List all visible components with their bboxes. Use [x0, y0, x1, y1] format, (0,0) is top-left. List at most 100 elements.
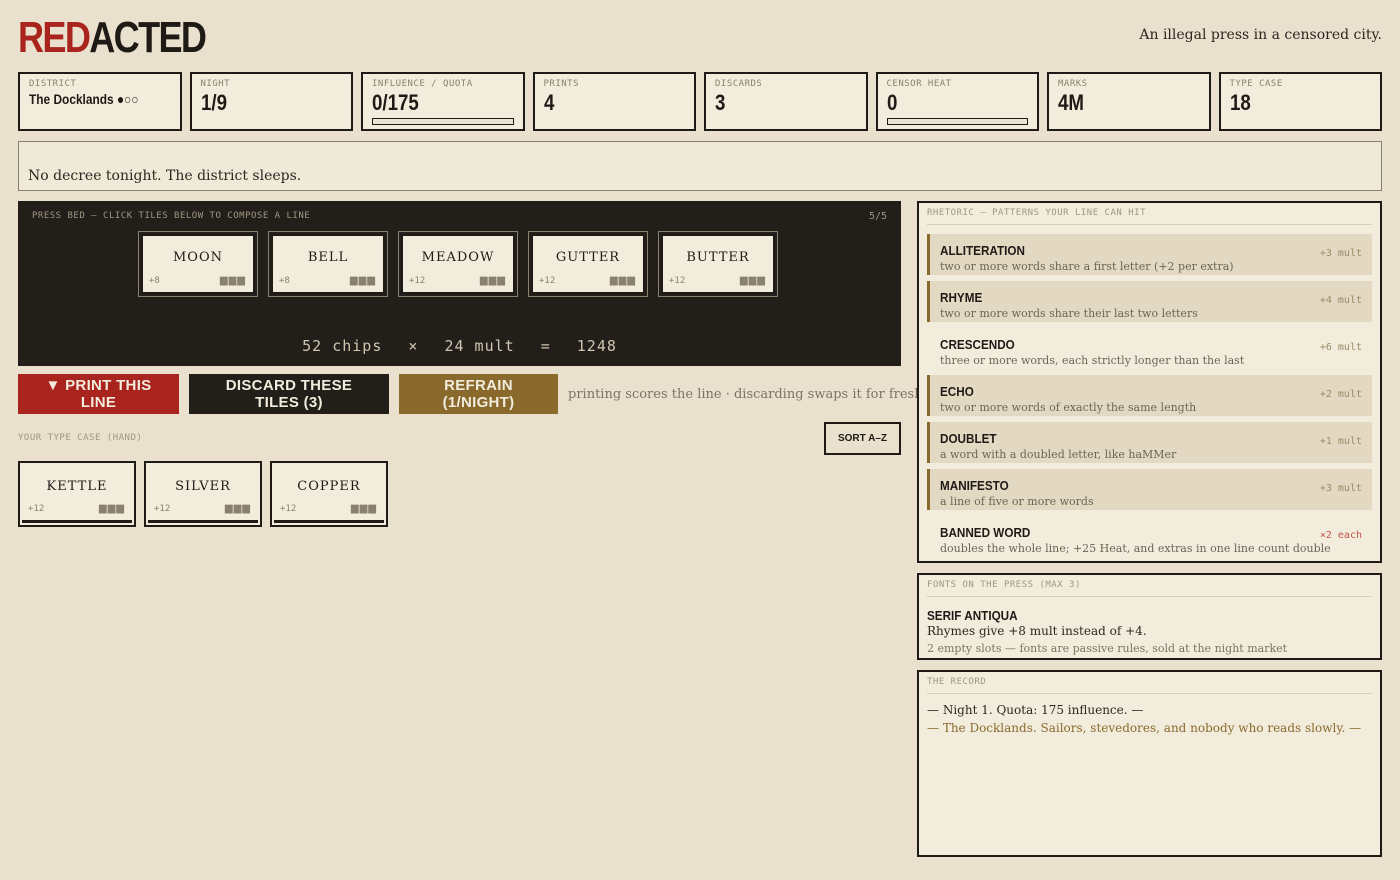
hand-label: YOUR TYPE CASE (HAND)	[18, 433, 143, 443]
record-line: — Night 1. Quota: 175 influence. —	[927, 703, 1144, 717]
press-bed-count: 5/5	[868, 211, 887, 222]
tile-word: BELL	[307, 250, 349, 265]
tile-face: COPPER +12 ▆▆▆	[274, 465, 384, 523]
rhetoric-list: ALLITERATION two or more words share a f…	[927, 234, 1372, 563]
tile-word: MEADOW	[421, 250, 495, 265]
rhetoric-name: RHYME	[940, 290, 983, 305]
bed-tile[interactable]: BELL +8 ▆▆▆	[268, 231, 388, 297]
rhetoric-desc: doubles the whole line; +25 Heat, and ex…	[940, 542, 1331, 555]
score-chips: 52 chips	[302, 337, 383, 355]
rhetoric-bonus: +4 mult	[1319, 295, 1362, 306]
stat-night: NIGHT 1/9	[189, 72, 353, 131]
rhetoric-bonus: ×2 each	[1319, 530, 1362, 541]
stat-prints: PRINTS 4	[532, 72, 696, 131]
action-hint: printing scores the line · discarding sw…	[568, 386, 956, 402]
record-title: THE RECORD	[927, 677, 1372, 694]
rhetoric-name: BANNED WORD	[940, 525, 1031, 540]
tile-points: +12	[669, 276, 686, 286]
stat-type-case: TYPE CASE 18	[1218, 72, 1382, 131]
rhetoric-bonus: +3 mult	[1319, 248, 1362, 259]
tile-points: +8	[149, 276, 160, 286]
tile-word: BUTTER	[686, 250, 750, 265]
tile-points: +12	[409, 276, 426, 286]
rhetoric-bonus: +1 mult	[1319, 436, 1362, 447]
score-readout: 52 chips × 24 mult = 1248	[18, 337, 901, 355]
record-panel: THE RECORD — Night 1. Quota: 175 influen…	[917, 670, 1382, 857]
stat-label: TYPE CASE	[1229, 79, 1283, 89]
tile-pips-icon: ▆▆▆	[479, 275, 506, 286]
rhetoric-name: DOUBLET	[940, 431, 997, 446]
score-times: ×	[408, 337, 419, 355]
stat-value: 18	[1229, 90, 1251, 115]
print-line-button[interactable]: ▼ PRINT THIS LINE	[18, 374, 179, 414]
bed-tile[interactable]: BUTTER +12 ▆▆▆	[658, 231, 778, 297]
rhetoric-row: MANIFESTO a line of five or more words +…	[927, 469, 1372, 510]
sort-button[interactable]: SORT A–Z	[824, 422, 901, 455]
stat-value: 1/9	[200, 90, 227, 115]
tile-word: KETTLE	[46, 479, 108, 494]
stat-discards: DISCARDS 3	[704, 72, 868, 131]
rhetoric-bonus: +6 mult	[1319, 342, 1362, 353]
heat-progress-bar	[886, 118, 1028, 125]
rhetoric-desc: a line of five or more words	[940, 495, 1094, 508]
stat-label: DISTRICT	[29, 79, 77, 89]
rhetoric-desc: two or more words of exactly the same le…	[940, 401, 1197, 414]
rhetoric-row: ALLITERATION two or more words share a f…	[927, 234, 1372, 275]
logo-red-part: RED	[18, 13, 91, 62]
tagline: An illegal press in a censored city.	[1139, 27, 1382, 43]
tile-pips-icon: ▆▆▆	[609, 275, 636, 286]
stat-value: 3	[715, 90, 726, 115]
stat-label: MARKS	[1058, 79, 1088, 89]
hand-tile[interactable]: KETTLE +12 ▆▆▆	[18, 461, 136, 527]
stat-value: 4M	[1058, 90, 1084, 115]
tile-word: GUTTER	[555, 250, 621, 265]
bed-tile[interactable]: GUTTER +12 ▆▆▆	[528, 231, 648, 297]
stat-district: DISTRICT The Docklands ●○○	[18, 72, 182, 131]
stat-value: The Docklands ●○○	[29, 91, 139, 107]
tile-pips-icon: ▆▆▆	[224, 503, 251, 514]
font-slots: 2 empty slots — fonts are passive rules,…	[927, 642, 1288, 655]
tile-face: MOON +8 ▆▆▆	[141, 234, 255, 294]
tile-pips-icon: ▆▆▆	[739, 275, 766, 286]
stat-label: CENSOR HEAT	[886, 79, 952, 89]
refrain-button[interactable]: REFRAIN (1/NIGHT)	[399, 374, 558, 414]
stat-value: 0/175	[372, 90, 419, 115]
bed-tile[interactable]: MOON +8 ▆▆▆	[138, 231, 258, 297]
rhetoric-desc: two or more words share their last two l…	[940, 307, 1198, 320]
rhetoric-row: BANNED WORD doubles the whole line; +25 …	[927, 516, 1372, 557]
rhetoric-desc: two or more words share a first letter (…	[940, 260, 1234, 273]
tile-points: +8	[279, 276, 290, 286]
action-bar: ▼ PRINT THIS LINE DISCARD THESE TILES (3…	[18, 374, 955, 414]
rhetoric-name: ALLITERATION	[940, 243, 1025, 258]
tile-face: GUTTER +12 ▆▆▆	[531, 234, 645, 294]
discard-tiles-button[interactable]: DISCARD THESE TILES (3)	[189, 374, 389, 414]
stats-bar: DISTRICT The Docklands ●○○ NIGHT 1/9 INF…	[18, 72, 1382, 131]
stat-marks: MARKS 4M	[1047, 72, 1211, 131]
stat-label: PRINTS	[543, 79, 580, 89]
logo: REDACTED	[18, 13, 207, 62]
rhetoric-desc: three or more words, each strictly longe…	[940, 354, 1245, 367]
press-bed-tiles: MOON +8 ▆▆▆ BELL +8 ▆▆▆ MEADOW +12 ▆▆▆ G…	[138, 231, 778, 297]
rhetoric-bonus: +2 mult	[1319, 389, 1362, 400]
hand-tile[interactable]: COPPER +12 ▆▆▆	[270, 461, 388, 527]
score-equals: =	[540, 337, 551, 355]
tile-face: KETTLE +12 ▆▆▆	[22, 465, 132, 523]
decree-banner: No decree tonight. The district sleeps.	[18, 141, 1382, 191]
hand-tiles: KETTLE +12 ▆▆▆ SILVER +12 ▆▆▆ COPPER +12…	[18, 461, 388, 527]
tile-face: BUTTER +12 ▆▆▆	[661, 234, 775, 294]
rhetoric-title: RHETORIC — PATTERNS YOUR LINE CAN HIT	[927, 208, 1372, 225]
bed-tile[interactable]: MEADOW +12 ▆▆▆	[398, 231, 518, 297]
press-bed: PRESS BED — CLICK TILES BELOW TO COMPOSE…	[18, 201, 901, 366]
tile-face: SILVER +12 ▆▆▆	[148, 465, 258, 523]
stat-censor-heat: CENSOR HEAT 0	[875, 72, 1039, 131]
hand-tile[interactable]: SILVER +12 ▆▆▆	[144, 461, 262, 527]
tile-pips-icon: ▆▆▆	[219, 275, 246, 286]
tile-points: +12	[539, 276, 556, 286]
score-mult: 24 mult	[444, 337, 515, 355]
stat-label: INFLUENCE / QUOTA	[372, 79, 473, 89]
rhetoric-panel: RHETORIC — PATTERNS YOUR LINE CAN HIT AL…	[917, 201, 1382, 563]
score-total: 1248	[576, 337, 617, 355]
rhetoric-name: MANIFESTO	[940, 478, 1009, 493]
rhetoric-desc: a word with a doubled letter, like haMMe…	[940, 448, 1177, 461]
fonts-panel: FONTS ON THE PRESS (MAX 3) SERIF ANTIQUA…	[917, 573, 1382, 660]
